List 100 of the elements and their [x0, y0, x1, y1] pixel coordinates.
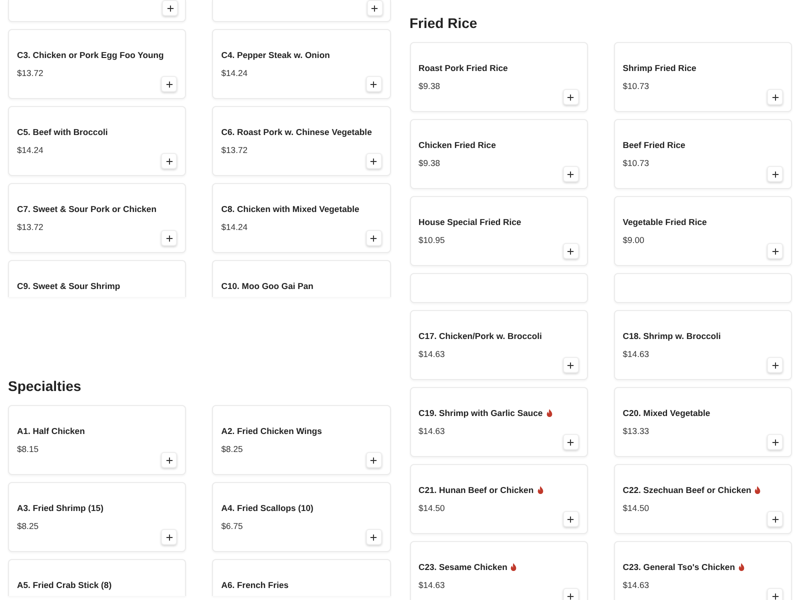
item-price: $14.63 — [418, 425, 445, 437]
add-button[interactable] — [161, 452, 178, 468]
plus-icon — [772, 248, 778, 254]
item-name: Vegetable Fried Rice — [622, 216, 707, 228]
add-button[interactable] — [162, 0, 178, 16]
menu-item-card[interactable]: C4. Pepper Steak w. Onion $14.24 — [212, 29, 390, 99]
item-name: C22. Szechuan Beef or Chicken — [622, 484, 752, 496]
add-button[interactable] — [366, 153, 382, 169]
menu-item-card[interactable]: C21. Hunan Beef or Chicken $14.50 — [410, 464, 588, 534]
add-button[interactable] — [366, 529, 382, 545]
plus-icon — [166, 4, 174, 12]
add-button[interactable] — [366, 452, 382, 468]
add-button[interactable] — [562, 511, 579, 527]
add-button[interactable] — [767, 89, 783, 105]
add-button[interactable] — [562, 588, 579, 600]
item-name: C23. General Tso's Chicken — [622, 561, 735, 573]
item-price: $14.24 — [221, 221, 248, 233]
add-button[interactable] — [562, 357, 579, 373]
menu-item-card[interactable]: A1. Half Chicken $8.15 — [8, 405, 186, 475]
plus-icon — [567, 516, 574, 522]
item-price: $14.24 — [17, 144, 44, 156]
plus-icon — [772, 362, 778, 368]
plus-icon — [370, 80, 377, 88]
menu-item-card[interactable]: Shrimp Fried Rice $10.73 — [614, 42, 792, 112]
item-name: C23. Sesame Chicken — [418, 561, 508, 573]
item-name: Shrimp Fried Rice — [622, 62, 696, 74]
menu-item-card[interactable]: C18. Shrimp w. Broccoli $14.63 — [614, 310, 792, 380]
plus-icon — [370, 158, 377, 164]
menu-item-card[interactable]: C19. Shrimp with Garlic Sauce $14.63 — [410, 387, 588, 457]
menu-item-card[interactable]: C6. Roast Pork w. Chinese Vegetable $13.72 — [212, 106, 390, 176]
menu-item-card[interactable]: Chicken Fried Rice $9.38 — [410, 119, 588, 189]
item-name: Chicken Fried Rice — [418, 139, 496, 151]
item-name: A1. Half Chicken — [17, 425, 85, 437]
menu-item-card[interactable]: C23. General Tso's Chicken $14.63 — [614, 541, 792, 600]
item-price: $9.38 — [418, 80, 440, 92]
menu-item-card[interactable]: Beef Fried Rice $10.73 — [614, 119, 792, 189]
plus-icon — [567, 94, 574, 100]
plus-icon — [567, 170, 574, 178]
item-name: C9. Sweet & Sour Shrimp — [17, 280, 120, 292]
add-button[interactable] — [767, 434, 783, 450]
item-name: C10. Moo Goo Gai Pan — [221, 280, 314, 292]
menu-item-card[interactable]: Roast Pork Fried Rice $9.38 — [410, 42, 588, 112]
add-button[interactable] — [767, 588, 783, 600]
plus-icon — [772, 170, 778, 178]
item-name: A2. Fried Chicken Wings — [221, 425, 322, 437]
menu-item-card[interactable]: C22. Szechuan Beef or Chicken $14.50 — [614, 464, 792, 534]
item-price: $8.25 — [17, 520, 39, 532]
add-button[interactable] — [562, 243, 579, 259]
plus-icon — [772, 94, 778, 100]
item-price: $10.95 — [418, 234, 445, 246]
add-button[interactable] — [562, 89, 579, 105]
item-name: A3. Fried Shrimp (15) — [17, 502, 104, 514]
item-name: A5. Fried Crab Stick (8) — [17, 579, 112, 591]
item-name: C5. Beef with Broccoli — [17, 126, 108, 138]
menu-item-card[interactable]: C8. Chicken with Mixed Vegetable $14.24 — [212, 183, 390, 253]
menu-item-card[interactable]: C3. Chicken or Pork Egg Foo Young $13.72 — [8, 29, 186, 99]
item-price: $14.50 — [418, 502, 445, 514]
plus-icon — [166, 80, 173, 88]
menu-item-card[interactable]: C5. Beef with Broccoli $14.24 — [8, 106, 186, 176]
menu-item-card[interactable]: C23. Sesame Chicken $14.63 — [410, 541, 588, 600]
item-price: $14.63 — [418, 579, 445, 591]
plus-icon — [370, 534, 377, 540]
menu-item-card[interactable]: C10. Moo Goo Gai Pan — [212, 260, 390, 297]
add-button[interactable] — [767, 243, 783, 259]
add-button[interactable] — [161, 529, 178, 545]
add-button[interactable] — [161, 153, 178, 169]
menu-item-card[interactable]: Vegetable Fried Rice $9.00 — [614, 196, 792, 266]
menu-item-card[interactable]: A5. Fried Crab Stick (8) — [8, 559, 186, 596]
item-name: C17. Chicken/Pork w. Broccoli — [418, 330, 542, 342]
item-name: C8. Chicken with Mixed Vegetable — [221, 203, 360, 215]
menu-item-card[interactable]: A4. Fried Scallops (10) $6.75 — [212, 482, 390, 552]
item-name: C19. Shrimp with Garlic Sauce — [418, 407, 543, 419]
item-name: C7. Sweet & Sour Pork or Chicken — [17, 203, 156, 215]
menu-item-card[interactable]: C17. Chicken/Pork w. Broccoli $14.63 — [410, 310, 588, 380]
menu-item-card[interactable]: House Special Fried Rice $10.95 — [410, 196, 588, 266]
add-button[interactable] — [161, 230, 178, 246]
add-button[interactable] — [767, 166, 783, 182]
item-name: A4. Fried Scallops (10) — [221, 502, 314, 514]
item-price: $13.33 — [622, 425, 650, 437]
add-button[interactable] — [366, 76, 382, 92]
item-price: $14.63 — [622, 579, 650, 591]
menu-item-card[interactable]: A6. French Fries — [212, 559, 390, 596]
plus-icon — [772, 592, 778, 600]
plus-icon — [166, 534, 173, 540]
menu-item-card[interactable]: C20. Mixed Vegetable $13.33 — [614, 387, 792, 457]
add-button[interactable] — [767, 357, 783, 373]
menu-item-card[interactable]: A2. Fried Chicken Wings $8.25 — [212, 405, 390, 475]
add-button[interactable] — [161, 76, 178, 92]
plus-icon — [567, 362, 574, 368]
add-button[interactable] — [562, 434, 579, 450]
add-button[interactable] — [767, 511, 783, 527]
plus-icon — [567, 438, 574, 446]
add-button[interactable] — [366, 230, 382, 246]
menu-item-card[interactable]: C7. Sweet & Sour Pork or Chicken $13.72 — [8, 183, 186, 253]
add-button[interactable] — [562, 166, 579, 182]
item-name: C20. Mixed Vegetable — [622, 407, 710, 419]
add-button[interactable] — [366, 0, 382, 16]
menu-item-card[interactable]: A3. Fried Shrimp (15) $8.25 — [8, 482, 186, 552]
menu-item-card[interactable]: C9. Sweet & Sour Shrimp — [8, 260, 186, 297]
item-price: $13.72 — [17, 67, 44, 79]
